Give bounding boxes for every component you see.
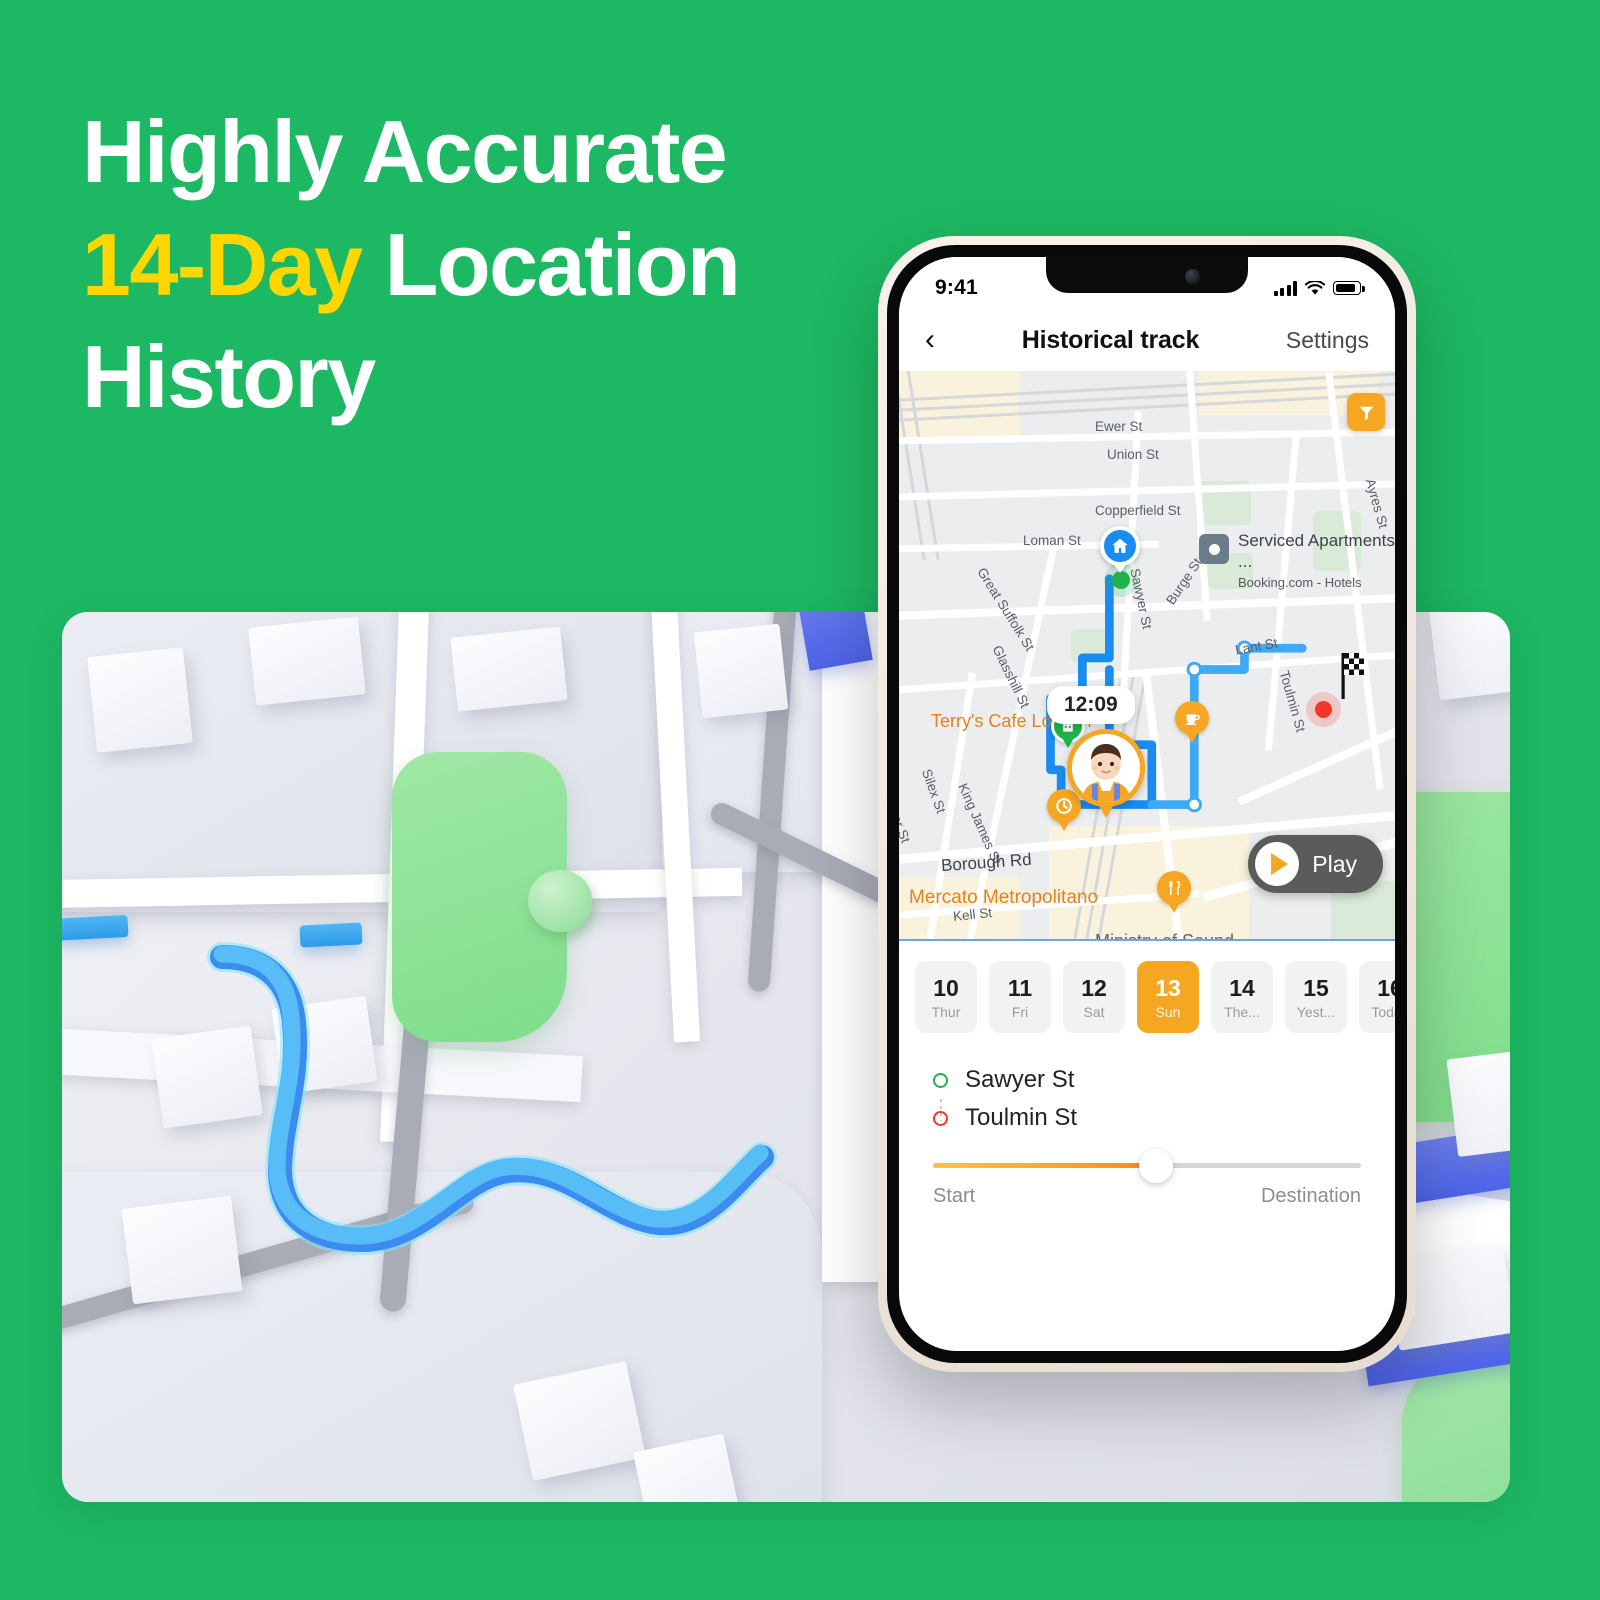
slider-fill	[933, 1163, 1156, 1168]
checkered-flag-icon	[1322, 649, 1366, 706]
timeline-slider[interactable]	[899, 1137, 1395, 1183]
time-bubble: 12:09	[1047, 686, 1135, 724]
date-chip-number: 13	[1155, 974, 1181, 1001]
play-button[interactable]: Play	[1248, 835, 1383, 893]
slider-start-label: Start	[933, 1185, 976, 1207]
map-street-label: Copperfield St	[1095, 503, 1181, 518]
front-camera-icon	[1185, 269, 1200, 284]
slider-thumb[interactable]	[1138, 1148, 1173, 1183]
app-header: ‹ Historical track Settings	[899, 309, 1395, 371]
date-chip-number: 15	[1303, 974, 1329, 1001]
date-chip-number: 14	[1229, 974, 1255, 1001]
route-start-label: Sawyer St	[965, 1066, 1075, 1093]
date-chip[interactable]: 11 Fri	[989, 961, 1051, 1033]
headline-line-2: 14-Day Location	[82, 209, 842, 322]
date-chip[interactable]: 15 Yest...	[1285, 961, 1347, 1033]
map-view[interactable]: Ewer St Union St Copperfield St Loman St…	[899, 371, 1395, 941]
route-summary: Sawyer St Toulmin St	[899, 1033, 1395, 1137]
map-street-label: Ewer St	[1095, 419, 1143, 434]
route-start-dot	[1112, 571, 1130, 589]
home-icon	[1100, 526, 1140, 566]
phone-screen: 9:41 ‹ Historical track Settings Ewer St…	[899, 257, 1395, 1351]
fork-knife-icon	[1169, 880, 1181, 896]
date-chip-number: 16	[1377, 974, 1395, 1001]
route-end-label: Toulmin St	[965, 1104, 1078, 1131]
child-avatar	[1072, 734, 1140, 802]
date-chip[interactable]: 10 Thur	[915, 961, 977, 1033]
date-selector[interactable]: 10 Thur 11 Fri 12 Sat 13 Sun 14 The... 1…	[899, 961, 1395, 1033]
map-poi-label-market: Mercato Metropolitano	[909, 887, 1099, 908]
poi-cafe-pin[interactable]	[1175, 701, 1209, 735]
phone-mockup: 9:41 ‹ Historical track Settings Ewer St…	[878, 236, 1416, 1372]
route-connector	[940, 1099, 942, 1121]
date-chip-day: Fri	[1011, 1003, 1029, 1020]
map-place-card: Serviced Apartments ... Booking.com - Ho…	[1199, 531, 1395, 590]
phone-bezel: 9:41 ‹ Historical track Settings Ewer St…	[887, 245, 1407, 1363]
route-start-icon	[933, 1072, 948, 1088]
route-start-row: Sawyer St	[933, 1061, 1361, 1099]
date-chip-day: Yest...	[1296, 1003, 1336, 1020]
bottom-panel: 10 Thur 11 Fri 12 Sat 13 Sun 14 The... 1…	[899, 941, 1395, 1208]
page-header-title: Historical track	[1021, 325, 1200, 354]
date-chip[interactable]: 14 The...	[1211, 961, 1273, 1033]
date-chip-selected[interactable]: 13 Sun	[1137, 961, 1199, 1033]
date-chip-day: Today	[1371, 1003, 1395, 1020]
map-place-title: Serviced Apartments ...	[1238, 531, 1395, 571]
map-street-label: Loman St	[1023, 533, 1081, 548]
home-marker[interactable]	[1100, 526, 1140, 573]
date-chip-day: Sun	[1155, 1003, 1181, 1020]
filter-funnel-icon	[1359, 406, 1373, 420]
map-place-subtitle: Booking.com - Hotels	[1238, 575, 1362, 591]
headline-line-1: Highly Accurate	[82, 102, 728, 201]
date-chip[interactable]: 12 Sat	[1063, 961, 1125, 1033]
hotel-icon	[1199, 534, 1229, 564]
map-poi-label-clipped: Ministry of Sound	[1095, 931, 1235, 941]
route-end-row: Toulmin St	[933, 1099, 1361, 1137]
slider-end-label: Destination	[1260, 1185, 1361, 1207]
avatar-marker[interactable]	[1067, 729, 1145, 818]
settings-button[interactable]: Settings	[1286, 327, 1369, 354]
status-bar-icons	[1273, 280, 1365, 296]
cellular-signal-icon	[1273, 280, 1297, 296]
back-button[interactable]: ‹	[925, 325, 935, 355]
headline-line-2-rest: Location	[361, 214, 741, 314]
slider-track[interactable]	[933, 1148, 1361, 1183]
page-title: Highly Accurate 14-Day Location History	[82, 96, 842, 434]
date-chip-day: Sat	[1083, 1003, 1105, 1020]
date-chip-number: 12	[1081, 974, 1107, 1001]
date-chip[interactable]: 16 Today	[1359, 961, 1395, 1033]
map-street-label: Union St	[1107, 447, 1159, 462]
headline-line-3: History	[82, 327, 376, 427]
status-bar-time: 9:41	[935, 276, 978, 299]
date-chip-number: 10	[933, 974, 959, 1001]
wifi-icon	[1305, 280, 1325, 296]
date-chip-number: 11	[1007, 974, 1033, 1001]
date-chip-day: Thur	[931, 1003, 961, 1020]
map-area-green	[1071, 629, 1111, 663]
play-button-label: Play	[1312, 850, 1357, 877]
battery-icon	[1333, 281, 1365, 295]
headline-accent: 14-Day	[82, 214, 363, 314]
filter-button[interactable]	[1347, 393, 1385, 431]
poi-restaurant-pin[interactable]	[1157, 871, 1191, 905]
phone-notch	[1046, 257, 1248, 293]
play-triangle-icon	[1271, 853, 1289, 875]
cup-icon	[1186, 714, 1201, 726]
date-chip-day: The...	[1224, 1003, 1260, 1020]
